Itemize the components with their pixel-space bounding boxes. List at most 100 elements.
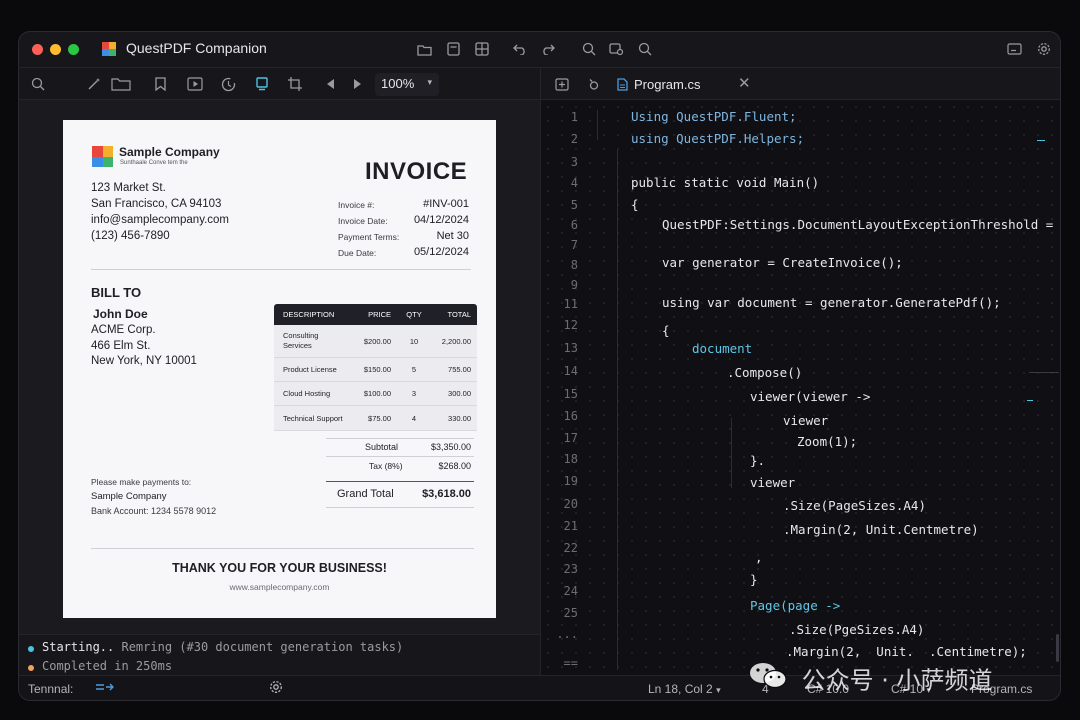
minimap-marker [1037,140,1045,141]
line-number: ... [556,627,578,641]
indent-guide [597,110,598,140]
line-number: 20 [563,497,578,511]
watermark: 公众号 · 小萨频道 [748,660,993,696]
line-number: 4 [570,176,578,190]
terminal-panel-icon[interactable] [1004,39,1024,59]
code-line: .Size(PgeSizes.A4) [789,622,925,637]
pdf-preview-area: Sample Company Sunthaale Conve tem the I… [19,100,540,634]
cursor-position[interactable]: Ln 18, Col 2 ▾ [648,682,721,696]
divider [326,438,474,439]
line-number: == [563,656,578,670]
code-line: } [750,572,758,587]
tab-program-cs[interactable]: Program.cs [617,68,700,100]
cursor-position-label: Ln 18, Col 2 [648,682,713,696]
line-number: 3 [570,155,578,169]
thank-you-message: THANK YOU FOR YOUR BUSINESS! [172,561,387,575]
customer-company: ACME Corp. [91,324,156,336]
wechat-icon [748,660,788,696]
code-line: { [662,323,670,338]
customer-name: John Doe [93,307,148,321]
line-number: 14 [563,364,578,378]
gear-icon[interactable] [1034,39,1054,59]
code-line: viewer [783,413,829,428]
split-editor-icon[interactable] [552,74,572,94]
find-icon[interactable] [635,39,655,59]
code-line: Page(page -> [750,598,841,613]
code-line: using var document = generator.GenerateP… [662,295,1001,310]
bookmark-icon[interactable] [150,74,170,94]
code-line: QuestPDF:Settings.DocumentLayoutExceptio… [662,217,1054,232]
scrollbar-thumb[interactable] [1056,634,1059,662]
divider [326,456,474,457]
editor-tab-bar: Program.cs ✕ [540,67,1060,100]
line-number: 19 [563,474,578,488]
redo-icon[interactable] [537,39,557,59]
table-cell: $200.00 [363,336,391,346]
maximize-window-button[interactable] [68,44,79,55]
divider [91,269,471,270]
bill-to-heading: BILL TO [91,285,142,300]
table-row: Cloud Hosting $100.00 3 300.00 [274,382,477,406]
line-number: 18 [563,452,578,466]
line-number: 2 [570,132,578,146]
terminal-toggle-icon[interactable] [95,680,115,697]
customer-address: 466 Elm St. [91,340,151,352]
line-number: 7 [570,238,578,252]
table-header: DESCRIPTION PRICE QTY TOTAL [274,304,477,325]
payment-company: Sample Company [91,491,167,502]
table-cell: 5 [411,365,417,374]
column-header: DESCRIPTION [283,310,335,319]
meta-label: Payment Terms: [338,232,400,242]
title-bar: QuestPDF Companion [19,32,1060,67]
code-line: using QuestPDF.Helpers; [631,131,805,146]
search-replace-icon[interactable] [606,39,626,59]
wand-icon[interactable] [84,74,104,94]
meta-value: 04/12/2024 [413,214,469,226]
table-cell: 3 [411,389,417,398]
code-line: .Size(PageSizes.A4) [783,498,926,513]
code-editor[interactable]: 1 2 3 4 5 6 7 8 9 11 12 13 14 15 16 17 1… [540,100,1060,675]
code-line: }. [750,453,766,468]
code-line: public static void Main() [631,175,820,190]
line-number: 5 [570,198,578,212]
run-icon[interactable] [583,74,603,94]
minimize-window-button[interactable] [50,44,61,55]
play-preview-icon[interactable] [185,74,205,94]
close-tab-icon[interactable]: ✕ [738,74,751,92]
file-icon [617,77,628,91]
history-icon[interactable] [218,74,238,94]
grand-total-label: Grand Total [337,488,394,500]
gear-icon[interactable] [269,680,283,697]
next-page-icon[interactable] [348,74,368,94]
line-number: 11 [563,297,578,311]
table-cell: 755.00 [448,365,471,374]
terminal-output[interactable]: Starting.. Remring (#30 document generat… [19,634,540,675]
tax-label: Tax (8%) [369,461,403,471]
table-cell: $100.00 [363,389,391,398]
company-email: info@samplecompany.com [91,214,230,226]
subtotal-label: Subtotal [365,442,399,452]
line-number: 24 [563,584,578,598]
table-cell: Technical Support [283,413,343,423]
indent-guide [731,418,732,488]
zoom-select[interactable]: 100% ▾ [375,73,439,96]
minimap-marker [1027,400,1033,401]
line-number: 9 [570,278,578,292]
close-window-button[interactable] [32,44,43,55]
device-preview-icon[interactable] [252,74,272,94]
search-icon[interactable] [579,39,599,59]
crop-icon[interactable] [285,74,305,94]
folder-icon[interactable] [109,74,133,94]
save-icon[interactable] [443,39,463,59]
layout-grid-icon[interactable] [472,39,492,59]
previous-page-icon[interactable] [320,74,340,94]
meta-label: Invoice Date: [338,216,388,226]
table-cell: $150.00 [363,365,391,374]
address-line: San Francisco, CA 94103 [91,198,222,210]
company-logo-icon [92,146,113,167]
search-icon[interactable] [28,74,48,94]
undo-icon[interactable] [510,39,530,59]
folder-open-icon[interactable] [414,39,434,59]
code-line: viewer(viewer -> [750,389,871,404]
indent-guide [617,150,618,670]
